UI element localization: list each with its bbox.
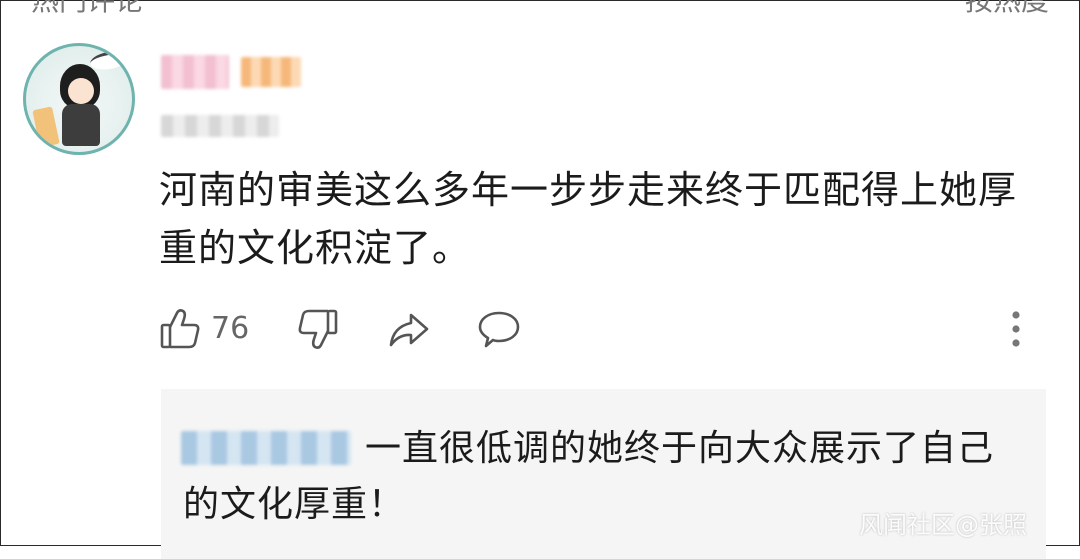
comment-panel: 热门评论 按热度 河南的审美这么多年一步步走来终于匹配得上她厚重的文化积淀了。 … <box>0 0 1080 559</box>
user-badge-blurred <box>241 57 301 87</box>
username-blurred[interactable] <box>161 55 229 89</box>
avatar-body <box>62 104 100 146</box>
comment-meta-blurred <box>161 115 279 137</box>
scroll-decoration <box>32 106 60 148</box>
speech-bubble-icon[interactable] <box>477 307 521 355</box>
sort-toggle[interactable]: 按热度 <box>965 0 1049 19</box>
comment-text: 河南的审美这么多年一步步走来终于匹配得上她厚重的文化积淀了。 <box>159 168 1018 270</box>
avatar[interactable] <box>23 43 135 155</box>
share-arrow-icon[interactable] <box>387 307 431 355</box>
thumbs-down-icon[interactable] <box>297 307 339 355</box>
comment-actions: 76 <box>159 307 1039 353</box>
like-count: 76 <box>211 311 250 346</box>
more-vertical-icon[interactable] <box>1009 309 1023 353</box>
crane-decoration <box>88 48 130 73</box>
watermark: 风闻社区@张照 <box>859 511 1027 539</box>
thumbs-up-icon[interactable] <box>159 307 201 355</box>
avatar-face <box>68 78 94 104</box>
section-title: 热门评论 <box>31 0 144 17</box>
top-header: 热门评论 按热度 <box>31 0 1049 17</box>
